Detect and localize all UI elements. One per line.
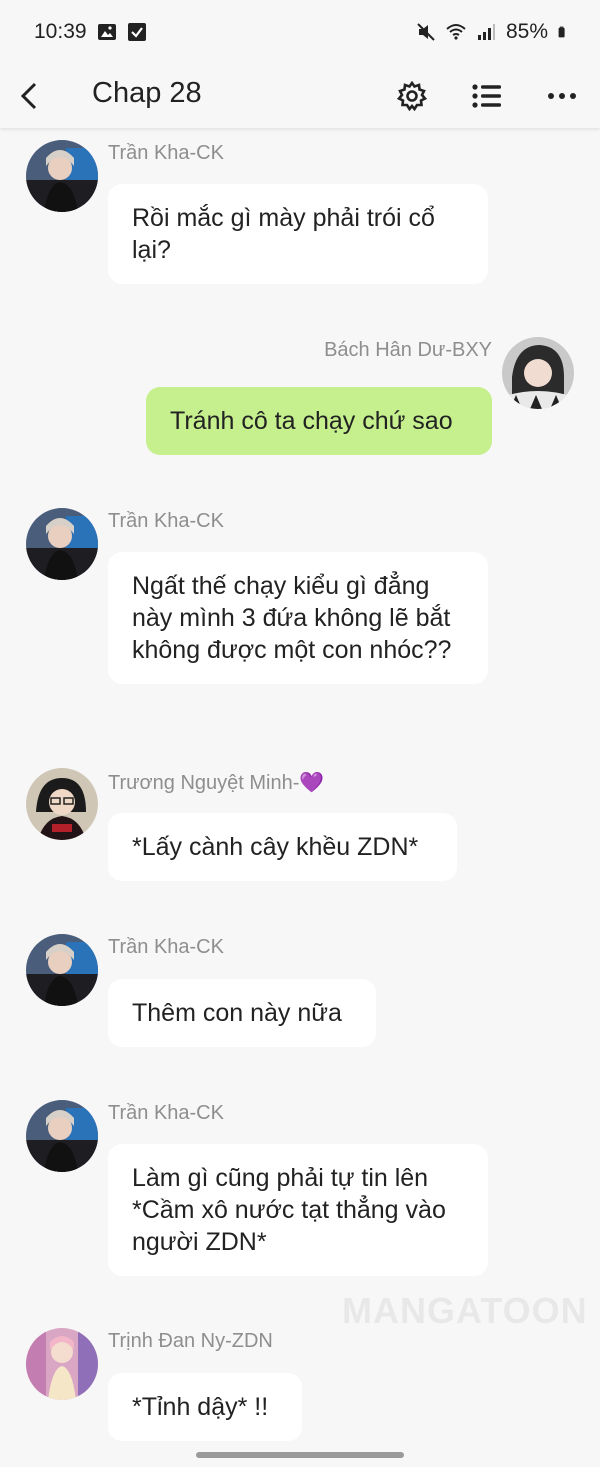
avatar-image-trinh-dan-ny: [26, 1328, 98, 1400]
watermark: MANGATOON: [342, 1290, 588, 1331]
avatar-image-truong-nguyet-minh: [26, 768, 98, 840]
avatar[interactable]: [26, 1328, 98, 1400]
avatar-image-tran-kha: [26, 934, 98, 1006]
status-bar: 10:39 85%: [0, 0, 600, 64]
avatar[interactable]: [26, 508, 98, 580]
gallery-notification-icon: [97, 24, 116, 40]
sender-name: Trịnh Đan Ny-ZDN: [108, 1330, 273, 1352]
avatar-image-tran-kha: [26, 140, 98, 212]
more-options-button[interactable]: [542, 76, 582, 116]
battery-icon: [558, 26, 565, 38]
message-bubble[interactable]: *Tỉnh dậy* !!: [108, 1373, 302, 1441]
signal-icon: [477, 24, 495, 40]
sender-name: Trương Nguyệt Minh-💜: [108, 772, 325, 794]
battery-percent: 85%: [505, 20, 548, 43]
back-arrow-icon: [20, 82, 37, 110]
avatar[interactable]: [26, 768, 98, 840]
message-bubble[interactable]: Ngất thế chạy kiểu gì đẳng này mình 3 đứ…: [108, 552, 488, 684]
sender-name: Trần Kha-CK: [108, 1102, 224, 1124]
message-bubble[interactable]: Tránh cô ta chạy chứ sao: [146, 387, 492, 455]
status-left: 10:39: [34, 20, 147, 44]
avatar[interactable]: [26, 1100, 98, 1172]
avatar-image-tran-kha: [26, 508, 98, 580]
chapter-header: Chap 28: [0, 64, 600, 128]
gear-icon: [397, 81, 427, 111]
message-bubble[interactable]: *Lấy cành cây khều ZDN*: [108, 813, 457, 881]
home-indicator[interactable]: [196, 1452, 404, 1458]
chat-feed[interactable]: Trần Kha-CK Rồi mắc gì mày phải trói cổ …: [0, 128, 600, 1467]
settings-button[interactable]: [392, 76, 432, 116]
avatar[interactable]: [26, 140, 98, 212]
wifi-icon: [446, 24, 466, 40]
status-time: 10:39: [34, 20, 87, 43]
avatar-image-bach-han-du: [502, 337, 574, 409]
message-bubble[interactable]: Thêm con này nữa: [108, 979, 376, 1047]
message-bubble[interactable]: Rồi mắc gì mày phải trói cổ lại?: [108, 184, 488, 284]
status-right: 85%: [416, 20, 570, 44]
avatar-image-tran-kha: [26, 1100, 98, 1172]
page-title: Chap 28: [92, 77, 202, 109]
avatar[interactable]: [502, 337, 574, 409]
sender-name: Bách Hân Dư-BXY: [324, 339, 492, 361]
message-bubble[interactable]: Làm gì cũng phải tự tin lên *Cầm xô nước…: [108, 1144, 488, 1276]
mute-icon: [417, 23, 435, 41]
list-icon: [472, 84, 501, 108]
avatar[interactable]: [26, 934, 98, 1006]
chapter-list-button[interactable]: [467, 76, 507, 116]
sender-name: Trần Kha-CK: [108, 142, 224, 164]
checkbox-notification-icon: [127, 23, 146, 41]
sender-name: Trần Kha-CK: [108, 510, 224, 532]
more-icon: [548, 93, 576, 99]
back-button[interactable]: [14, 74, 44, 118]
sender-name: Trần Kha-CK: [108, 936, 224, 958]
